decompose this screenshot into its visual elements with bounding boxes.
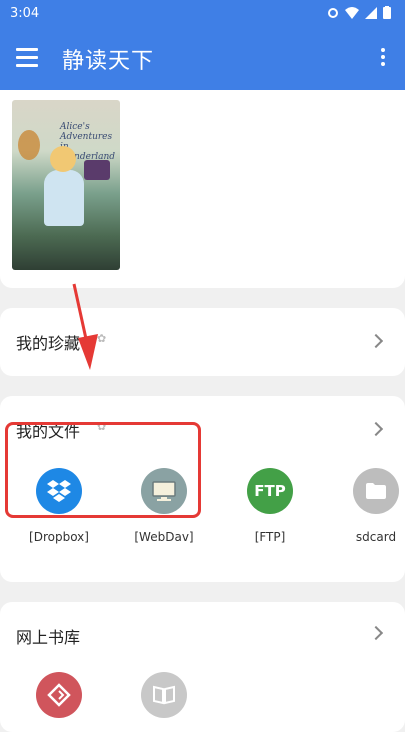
annotation-arrow — [72, 283, 98, 370]
